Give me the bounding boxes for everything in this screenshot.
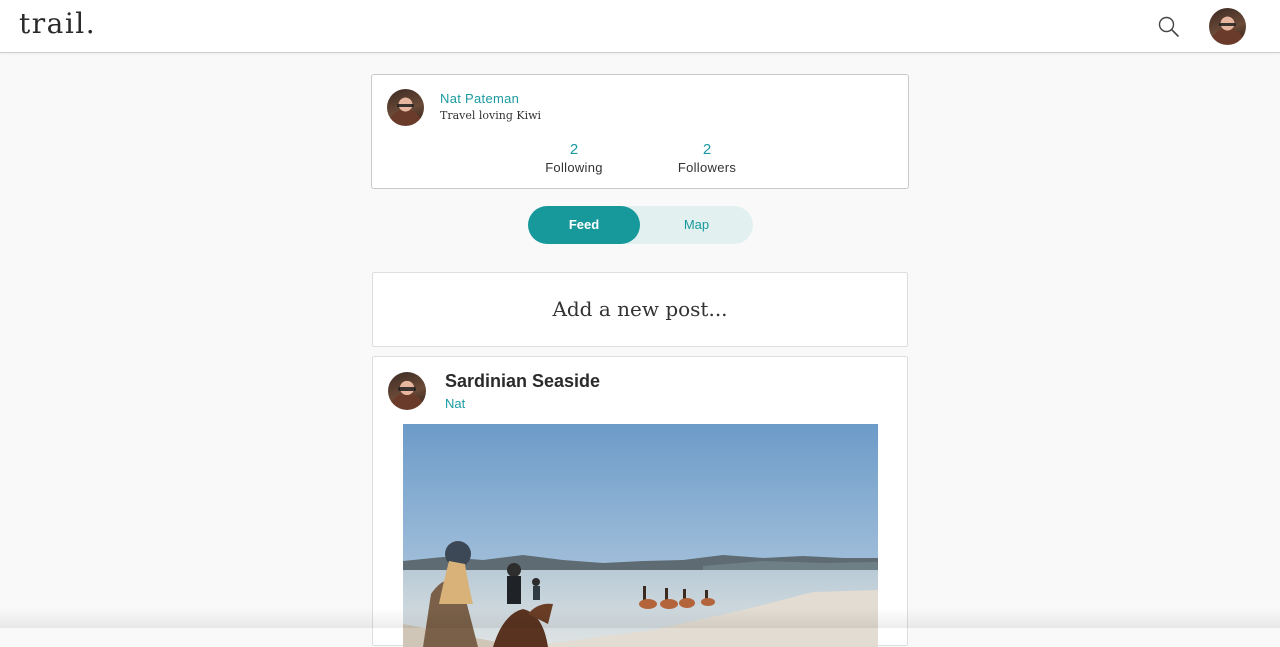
app-logo[interactable]: trail. — [19, 7, 96, 40]
top-navbar: trail. — [0, 0, 1280, 53]
profile-avatar[interactable] — [387, 89, 424, 126]
post-title[interactable]: Sardinian Seaside — [445, 371, 600, 392]
map-tab[interactable]: Map — [640, 206, 753, 244]
followers-stat[interactable]: 2 Followers — [662, 141, 752, 177]
post-photo[interactable] — [403, 424, 878, 647]
profile-card: Nat Pateman Travel loving Kiwi 2 Followi… — [371, 74, 909, 189]
followers-label: Followers — [677, 160, 737, 175]
profile-name[interactable]: Nat Pateman — [440, 91, 519, 106]
search-icon[interactable] — [1156, 14, 1182, 40]
following-count: 2 — [569, 141, 579, 158]
post-card: Sardinian Seaside Nat — [372, 356, 908, 647]
add-post-button[interactable]: Add a new post... — [372, 272, 908, 347]
post-author[interactable]: Nat — [445, 396, 465, 411]
user-avatar[interactable] — [1209, 8, 1246, 45]
profile-bio: Travel loving Kiwi — [440, 109, 542, 122]
feed-tab[interactable]: Feed — [528, 206, 640, 244]
following-label: Following — [545, 160, 603, 175]
view-toggle: Feed Map — [528, 206, 753, 244]
post-author-avatar[interactable] — [388, 372, 426, 410]
following-stat[interactable]: 2 Following — [529, 141, 619, 177]
followers-count: 2 — [702, 141, 712, 158]
